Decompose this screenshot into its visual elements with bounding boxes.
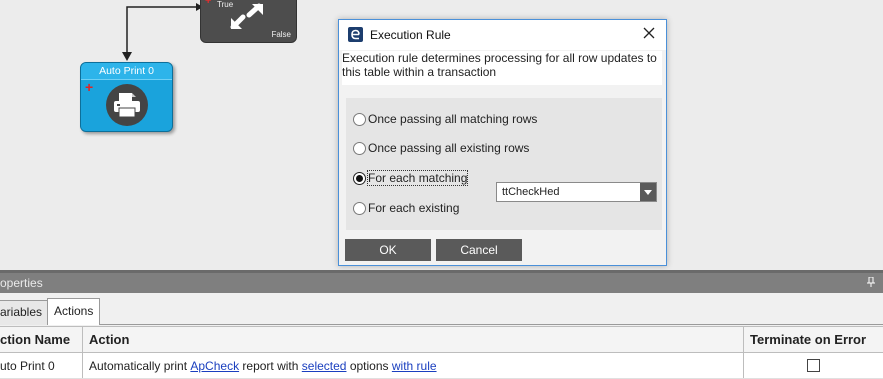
action-text: options xyxy=(346,358,392,373)
table-select[interactable]: ttCheckHed xyxy=(496,182,657,202)
radio-once-existing[interactable]: Once passing all existing rows xyxy=(353,141,529,155)
app-logo-icon xyxy=(348,27,363,42)
tab-variables[interactable]: ariables xyxy=(0,300,50,325)
radio-button[interactable] xyxy=(353,141,366,155)
condition-node[interactable]: + True False xyxy=(200,0,297,43)
table-row[interactable]: uto Print 0 Automatically print ApCheck … xyxy=(0,353,883,379)
node-title: Auto Print 0 xyxy=(81,63,172,80)
report-link[interactable]: ApCheck xyxy=(190,359,239,373)
action-name-cell[interactable]: uto Print 0 xyxy=(0,353,83,378)
tab-actions[interactable]: Actions xyxy=(47,298,101,325)
radio-label: For each existing xyxy=(368,201,460,215)
condition-arrows-icon xyxy=(229,3,265,31)
add-icon[interactable]: + xyxy=(205,0,211,7)
false-label: False xyxy=(271,30,291,39)
action-text: Automatically print xyxy=(89,358,191,373)
workflow-canvas[interactable]: + True False Auto Print 0 + Execution Ru… xyxy=(0,0,883,270)
add-icon[interactable]: + xyxy=(85,80,93,94)
grid-header: ction Name Action Terminate on Error xyxy=(0,326,883,353)
action-description-cell[interactable]: Automatically print ApCheck report with … xyxy=(83,353,744,378)
dialog-title: Execution Rule xyxy=(370,28,451,42)
column-header-name[interactable]: ction Name xyxy=(0,327,83,352)
actions-grid: ction Name Action Terminate on Error uto… xyxy=(0,326,883,379)
select-value: ttCheckHed xyxy=(502,186,560,198)
dropdown-arrow-icon[interactable] xyxy=(640,183,656,201)
radio-label: Once passing all existing rows xyxy=(368,141,530,155)
auto-print-node[interactable]: Auto Print 0 + xyxy=(80,62,173,132)
rule-link[interactable]: with rule xyxy=(392,359,437,373)
radio-label: For each matching xyxy=(366,170,469,186)
radio-label: Once passing all matching rows xyxy=(368,112,538,126)
execution-rule-dialog: Execution Rule Execution rule determines… xyxy=(338,19,667,266)
column-header-action[interactable]: Action xyxy=(83,327,744,352)
radio-button-selected[interactable] xyxy=(353,171,366,185)
properties-panel: operties ariables Actions ction Name Act… xyxy=(0,270,883,379)
options-panel: Once passing all matching rows Once pass… xyxy=(346,98,662,230)
options-link[interactable]: selected xyxy=(302,359,347,373)
terminate-cell xyxy=(744,353,883,378)
terminate-checkbox[interactable] xyxy=(807,359,820,372)
action-text: report with xyxy=(239,358,302,373)
radio-each-matching[interactable]: For each matching xyxy=(353,170,469,186)
radio-button[interactable] xyxy=(353,201,366,215)
properties-tabs: ariables Actions xyxy=(0,296,883,325)
pin-icon[interactable] xyxy=(867,275,875,295)
printer-icon xyxy=(106,84,148,126)
properties-title: operties xyxy=(0,276,43,290)
radio-button[interactable] xyxy=(353,112,366,126)
dialog-description: Execution rule determines processing for… xyxy=(342,51,662,85)
column-header-terminate[interactable]: Terminate on Error xyxy=(744,327,883,352)
cancel-button[interactable]: Cancel xyxy=(436,239,522,261)
radio-each-existing[interactable]: For each existing xyxy=(353,201,459,215)
ok-button[interactable]: OK xyxy=(345,239,431,261)
close-icon[interactable] xyxy=(641,25,657,41)
radio-once-matching[interactable]: Once passing all matching rows xyxy=(353,112,537,126)
dialog-titlebar[interactable]: Execution Rule xyxy=(339,20,666,50)
properties-header: operties xyxy=(0,270,883,293)
